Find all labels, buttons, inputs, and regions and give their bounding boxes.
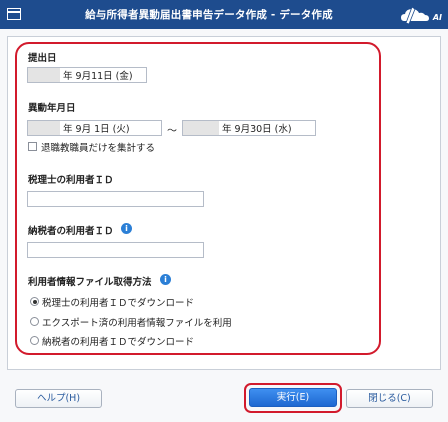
title-bar: 給与所得者異動届出書申告データ作成 - データ作成 AI (0, 0, 448, 29)
close-button[interactable]: 閉じる(C) (346, 389, 433, 408)
radio-label-use-exported-file[interactable]: エクスポート済の利用者情報ファイルを利用 (42, 315, 232, 329)
radio-label-download-taxpayer-id[interactable]: 納税者の利用者ＩＤでダウンロード (42, 334, 194, 348)
radio-download-accountant-id[interactable] (30, 297, 39, 306)
change-date-to-value: 年 9月30日 (水) (222, 124, 292, 135)
retired-only-label[interactable]: 退職教職員だけを集計する (41, 140, 155, 154)
radio-use-exported-file[interactable] (30, 317, 39, 326)
submission-date-value: 年 9月11日 (金) (63, 71, 133, 82)
radio-label-download-accountant-id[interactable]: 税理士の利用者ＩＤでダウンロード (42, 295, 194, 309)
retired-only-checkbox[interactable] (28, 142, 37, 151)
era-year-masked (183, 121, 219, 135)
execute-button[interactable]: 実行(E) (249, 388, 337, 407)
change-date-from-field[interactable]: 年 9月 1日 (火) (27, 120, 162, 136)
change-date-to-field[interactable]: 年 9月30日 (水) (182, 120, 316, 136)
tax-accountant-id-label: 税理士の利用者ＩＤ (28, 175, 114, 186)
submission-date-field[interactable]: 年 9月11日 (金) (27, 67, 147, 83)
change-date-label: 異動年月日 (28, 103, 76, 114)
radio-download-taxpayer-id[interactable] (30, 336, 39, 345)
date-range-separator: ～ (167, 126, 177, 137)
window-app-icon (7, 8, 21, 20)
brand-ai-badge: AI (432, 13, 442, 22)
submission-date-label: 提出日 (28, 53, 57, 64)
user-info-method-info-icon[interactable]: i (160, 274, 171, 285)
taxpayer-id-info-icon[interactable]: i (121, 223, 132, 234)
change-date-from-value: 年 9月 1日 (火) (63, 124, 130, 135)
era-year-masked (28, 68, 60, 82)
taxpayer-id-label: 納税者の利用者ＩＤ (28, 226, 114, 237)
tax-accountant-id-input[interactable] (27, 191, 204, 207)
window-title: 給与所得者異動届出書申告データ作成 - データ作成 (85, 9, 333, 21)
dialog-window: 給与所得者異動届出書申告データ作成 - データ作成 AI 提出日 年 9月11日… (0, 0, 448, 422)
user-info-method-label: 利用者情報ファイル取得方法 (28, 277, 152, 288)
help-button[interactable]: ヘルプ(H) (15, 389, 102, 408)
taxpayer-id-input[interactable] (27, 242, 204, 258)
era-year-masked (28, 121, 60, 135)
